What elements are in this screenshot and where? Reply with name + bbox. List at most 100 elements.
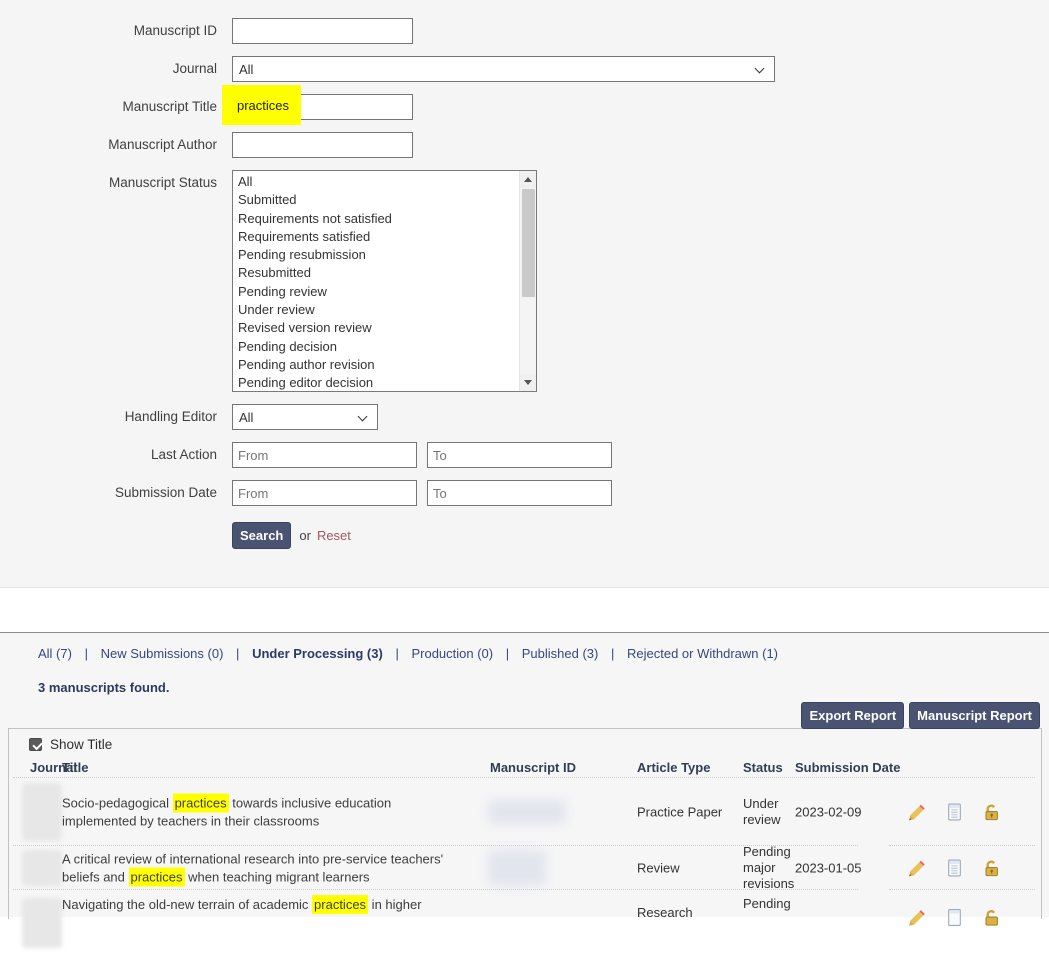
table-row: Navigating the old-new terrain of academ… [9,890,1041,960]
handling-editor-select[interactable]: All [232,404,378,430]
manuscript-report-document-icon[interactable] [945,803,964,822]
tab-separator: | [85,646,88,661]
status-option[interactable]: Requirements not satisfied [233,210,536,228]
show-title-checkbox[interactable] [29,738,42,751]
show-title-label: Show Title [50,737,112,752]
manuscript-title-label: Manuscript Title [0,94,217,114]
edit-pencil-icon[interactable] [908,908,927,927]
manuscript-author-label: Manuscript Author [0,132,217,152]
journal-logo-redacted [22,783,62,841]
status-option[interactable]: Pending editor decision [233,374,536,392]
last-action-row: Last Action [0,442,1049,468]
manuscript-report-button[interactable]: Manuscript Report [909,702,1040,729]
status-option[interactable]: Pending review [233,283,536,301]
manuscript-report-document-icon[interactable] [945,908,964,927]
tab-rejected-withdrawn[interactable]: Rejected or Withdrawn (1) [627,646,778,661]
scrollbar-thumb[interactable] [522,189,535,297]
tab-separator: | [506,646,509,661]
status-cell: Under review [743,796,801,828]
tab-under-processing[interactable]: Under Processing (3) [252,646,383,661]
journal-logo-redacted [22,850,62,886]
results-count-text: 3 manuscripts found. [38,680,169,695]
row-actions [908,859,1028,878]
submission-date-from-input[interactable] [232,480,417,506]
status-option[interactable]: Submitted [233,191,536,209]
scroll-up-icon[interactable] [520,171,537,188]
handling-editor-label: Handling Editor [0,404,217,424]
search-actions-row: Search or Reset [0,522,1049,549]
results-tabs: All (7) | New Submissions (0) | Under Pr… [38,646,778,661]
manuscript-status-label: Manuscript Status [0,170,217,190]
journal-select[interactable]: All [232,56,775,82]
tab-published[interactable]: Published (3) [522,646,599,661]
tab-separator: | [236,646,239,661]
last-action-label: Last Action [0,442,217,462]
tab-production[interactable]: Production (0) [411,646,493,661]
manuscript-title-cell[interactable]: Socio-pedagogical practices towards incl… [62,795,524,830]
results-table: Show Title Journal Title Manuscript ID A… [8,728,1042,919]
handling-editor-row: Handling Editor All [0,404,1049,430]
status-option[interactable]: Resubmitted [233,264,536,282]
highlighted-search-term: practices [173,794,229,813]
manuscript-id-row: Manuscript ID [0,18,1049,44]
manuscript-status-listbox[interactable]: All Submitted Requirements not satisfied… [232,170,537,392]
status-option[interactable]: Requirements satisfied [233,228,536,246]
reset-link[interactable]: Reset [317,528,351,543]
status-cell: Pending major revisions [743,844,801,892]
last-action-from-input[interactable] [232,442,417,468]
manuscript-id-input[interactable] [232,18,413,44]
manuscript-title-cell[interactable]: Navigating the old-new terrain of academ… [62,896,524,914]
manuscript-id-label: Manuscript ID [0,18,217,38]
status-option[interactable]: Revised version review [233,319,536,337]
listbox-scrollbar[interactable] [519,171,536,391]
journal-row: Journal All [0,56,1049,82]
column-header-title: Title [62,760,89,775]
manuscript-report-document-icon[interactable] [945,859,964,878]
status-option[interactable]: Pending author revision [233,356,536,374]
highlighted-search-term: practices [129,867,185,886]
status-option[interactable]: All [233,173,536,191]
or-text: or [299,528,311,543]
submission-date-cell: 2023-01-05 [795,861,862,876]
column-header-article-type: Article Type [637,760,710,775]
highlighted-search-term: practices [312,895,368,914]
edit-pencil-icon[interactable] [908,803,927,822]
unlock-icon[interactable] [982,908,1001,927]
results-section: All (7) | New Submissions (0) | Under Pr… [0,632,1049,917]
chevron-down-icon [358,412,368,422]
manuscript-author-row: Manuscript Author [0,132,1049,158]
tab-new-submissions[interactable]: New Submissions (0) [101,646,224,661]
column-header-status: Status [743,760,783,775]
manuscript-status-row: Manuscript Status All Submitted Requirem… [0,170,1049,392]
manuscript-author-input[interactable] [232,132,413,158]
article-type-cell: Research [637,905,693,920]
manuscript-id-redacted [488,800,566,824]
find-highlight-overlay: practices [222,85,301,125]
journal-logo-redacted [22,898,62,948]
status-option[interactable]: Under review [233,301,536,319]
status-option[interactable]: Pending decision [233,338,536,356]
manuscript-title-cell[interactable]: A critical review of international resea… [62,851,524,886]
tab-separator: | [395,646,398,661]
submission-date-row: Submission Date [0,480,1049,506]
last-action-to-input[interactable] [427,442,612,468]
search-button[interactable]: Search [232,522,291,549]
show-title-control: Show Title [21,737,112,752]
status-cell: Pending [743,896,801,912]
search-form-panel: Manuscript ID Journal All Manuscript Tit… [0,0,1049,588]
column-header-manuscript-id: Manuscript ID [490,760,576,775]
submission-date-cell: 2023-02-09 [795,805,862,820]
unlock-icon[interactable] [982,803,1001,822]
unlock-icon[interactable] [982,859,1001,878]
status-option[interactable]: Pending resubmission [233,246,536,264]
submission-date-to-input[interactable] [427,480,612,506]
table-row: Socio-pedagogical practices towards incl… [9,778,1041,846]
row-actions [908,803,1028,822]
export-report-button[interactable]: Export Report [801,702,904,729]
edit-pencil-icon[interactable] [908,859,927,878]
handling-editor-select-value: All [239,410,253,425]
tab-separator: | [611,646,614,661]
column-header-submission-date: Submission Date [795,760,900,775]
scroll-down-icon[interactable] [520,374,537,391]
tab-all[interactable]: All (7) [38,646,72,661]
